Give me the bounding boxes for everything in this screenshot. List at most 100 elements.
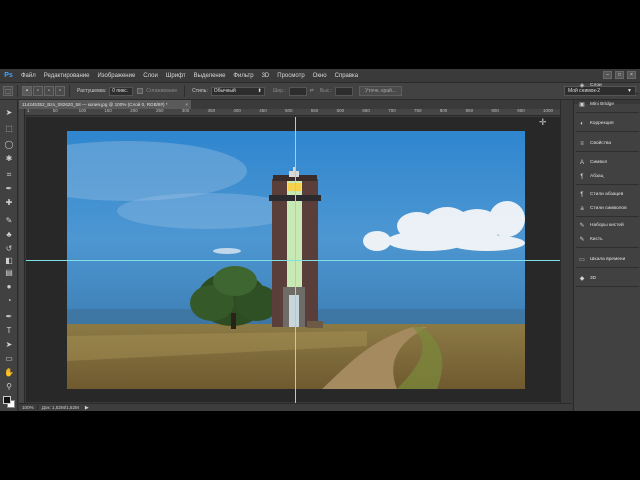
panel-item-brush-presets[interactable]: ✎ Наборы кистей [578, 221, 624, 230]
panel-item-properties[interactable]: ≡ Свойства [578, 139, 611, 148]
panel-item-paragraph-styles[interactable]: ¶ Стили абзацев [578, 190, 623, 199]
style-select-value: Обычный [213, 88, 236, 94]
panel-item-bridge[interactable]: ▣ Mini Bridge [578, 100, 614, 109]
zoom-tool-icon[interactable]: ⚲ [3, 382, 15, 392]
ruler-tick-label: 900 [491, 108, 499, 113]
options-bar: ⬚ ▪ ▫ ▫ ▫ Растушевка: 0 пикс. Сглаживани… [0, 82, 640, 100]
panel-item-character-styles[interactable]: a Стили символов [578, 204, 626, 213]
brush-icon: ✎ [579, 237, 585, 243]
menu-view[interactable]: Просмотр [273, 73, 308, 79]
panel-item-character[interactable]: A Символ [578, 158, 607, 167]
brush-tool-icon[interactable]: ✎ [3, 216, 15, 226]
ruler-tick-label: 950 [517, 108, 525, 113]
close-button[interactable]: × [627, 71, 636, 79]
path-select-tool-icon[interactable]: ➤ [3, 340, 15, 350]
status-menu-arrow-icon[interactable]: ▶ [85, 405, 89, 411]
panel-item-brush[interactable]: ✎ Кисть [578, 235, 602, 244]
menu-bar: Ps Файл Редактирование Изображение Слои … [0, 69, 640, 82]
antialias-label: Сглаживание [146, 88, 178, 94]
minimize-button[interactable]: – [603, 71, 612, 79]
menu-edit[interactable]: Редактирование [40, 73, 94, 79]
width-label: Шир.: [272, 88, 286, 94]
move-tool-icon[interactable]: ➤ [3, 108, 15, 118]
crop-tool-icon[interactable]: ⌗ [3, 170, 15, 180]
foreground-color-swatch[interactable] [3, 396, 11, 404]
quick-select-tool-icon[interactable]: ✱ [3, 154, 15, 164]
hand-tool-icon[interactable]: ✋ [3, 368, 15, 378]
height-input[interactable] [335, 86, 354, 96]
tools-panel: ➤ ⬚ ◯ ✱ ⌗ ✒ ✚ ✎ ♣ ↺ ◧ ▤ ● ◔ ✒ T ➤ ▭ ✋ ⚲ [0, 100, 18, 411]
intersect-selection-icon[interactable]: ▫ [55, 86, 65, 96]
ruler-tick-label: 550 [310, 108, 319, 113]
bridge-icon: ▣ [579, 102, 585, 108]
healing-brush-icon[interactable]: ✚ [3, 198, 15, 208]
menu-file[interactable]: Файл [17, 73, 40, 79]
window-controls: – □ × [603, 71, 636, 79]
pen-tool-icon[interactable]: ✒ [3, 312, 15, 322]
panel-item-label: Наборы кистей [590, 223, 624, 228]
refine-edge-button[interactable]: Уточн. край... [359, 86, 403, 96]
crosshair-cursor-icon: ✛ [539, 117, 547, 127]
menu-type[interactable]: Шрифт [162, 73, 190, 79]
paragraph-styles-icon: ¶ [580, 191, 584, 198]
horizontal-guide[interactable] [26, 260, 571, 261]
panel-separator [576, 184, 639, 185]
ruler-tick-label: 50 [52, 108, 58, 113]
maximize-button[interactable]: □ [615, 71, 624, 79]
tool-preset-picker[interactable]: ⬚ [3, 86, 13, 96]
shape-tool-icon[interactable]: ▭ [3, 354, 15, 364]
gradient-tool-icon[interactable]: ▤ [3, 268, 15, 278]
menu-layers[interactable]: Слои [139, 73, 162, 79]
new-selection-icon[interactable]: ▪ [22, 86, 32, 96]
panel-item-3d[interactable]: ◆ 3D [578, 274, 596, 283]
character-styles-icon: a [580, 205, 584, 212]
menu-window[interactable]: Окно [309, 73, 331, 79]
horizontal-ruler[interactable]: 1 50 100 150 200 250 300 350 400 450 500 550 600 650 7… [25, 108, 571, 116]
ruler-tick-label: 1 [27, 108, 30, 113]
eyedropper-tool-icon[interactable]: ✒ [3, 184, 15, 194]
panel-separator [576, 247, 639, 248]
menu-select[interactable]: Выделение [190, 73, 230, 79]
panel-separator [576, 216, 639, 217]
vertical-ruler[interactable] [19, 109, 25, 404]
document-info: Док: 1,52M/1,52M [41, 405, 79, 410]
style-select[interactable]: Обычный ⬍ [210, 86, 265, 96]
type-tool-icon[interactable]: T [3, 326, 15, 336]
eraser-tool-icon[interactable]: ◧ [3, 256, 15, 266]
menu-3d[interactable]: 3D [258, 73, 274, 79]
menu-image[interactable]: Изображение [93, 73, 139, 79]
app-logo: Ps [4, 72, 13, 79]
lasso-tool-icon[interactable]: ◯ [3, 140, 15, 150]
ruler-tick-label: 400 [233, 108, 241, 113]
subtract-selection-icon[interactable]: ▫ [44, 86, 54, 96]
add-to-selection-icon[interactable]: ▫ [33, 86, 43, 96]
blur-tool-icon[interactable]: ● [3, 282, 15, 292]
panel-item-adjustments[interactable]: ◐ Коррекция [578, 119, 613, 128]
dodge-tool-icon[interactable]: ◔ [3, 296, 15, 306]
close-tab-icon[interactable]: × [185, 102, 188, 107]
panel-item-layers[interactable]: ◈ Слои [578, 81, 602, 90]
marquee-tool-icon[interactable]: ⬚ [3, 124, 15, 134]
width-input[interactable] [288, 86, 307, 96]
antialias-checkbox[interactable] [137, 88, 144, 94]
chevron-down-icon: ⬍ [257, 88, 262, 94]
panel-item-paragraph[interactable]: ¶ Абзац [578, 172, 603, 181]
zoom-level[interactable]: 100% [19, 405, 38, 410]
panels-dock: ◈ Слои ▣ Mini Bridge ◐ Коррекция ≡ Свойства A Сим… [573, 83, 640, 411]
ruler-tick-label: 200 [130, 108, 138, 113]
panel-item-label: Mini Bridge [590, 102, 614, 107]
history-brush-icon[interactable]: ↺ [3, 244, 15, 254]
panel-item-timeline[interactable]: ▭ Шкала времени [578, 255, 625, 264]
panel-separator [576, 151, 639, 152]
ruler-tick-label: 750 [414, 108, 422, 113]
status-bar: 100% Док: 1,52M/1,52M ▶ [19, 403, 572, 411]
paragraph-icon: ¶ [580, 173, 584, 180]
menu-help[interactable]: Справка [331, 73, 363, 79]
menu-filter[interactable]: Фильтр [229, 73, 257, 79]
panel-item-label: Стили абзацев [590, 192, 624, 197]
clone-stamp-icon[interactable]: ♣ [3, 230, 15, 240]
layers-icon: ◈ [579, 83, 585, 89]
options-separator [184, 85, 186, 97]
swap-icon[interactable]: ⇄ [310, 88, 314, 94]
feather-input[interactable]: 0 пикс. [109, 86, 134, 96]
